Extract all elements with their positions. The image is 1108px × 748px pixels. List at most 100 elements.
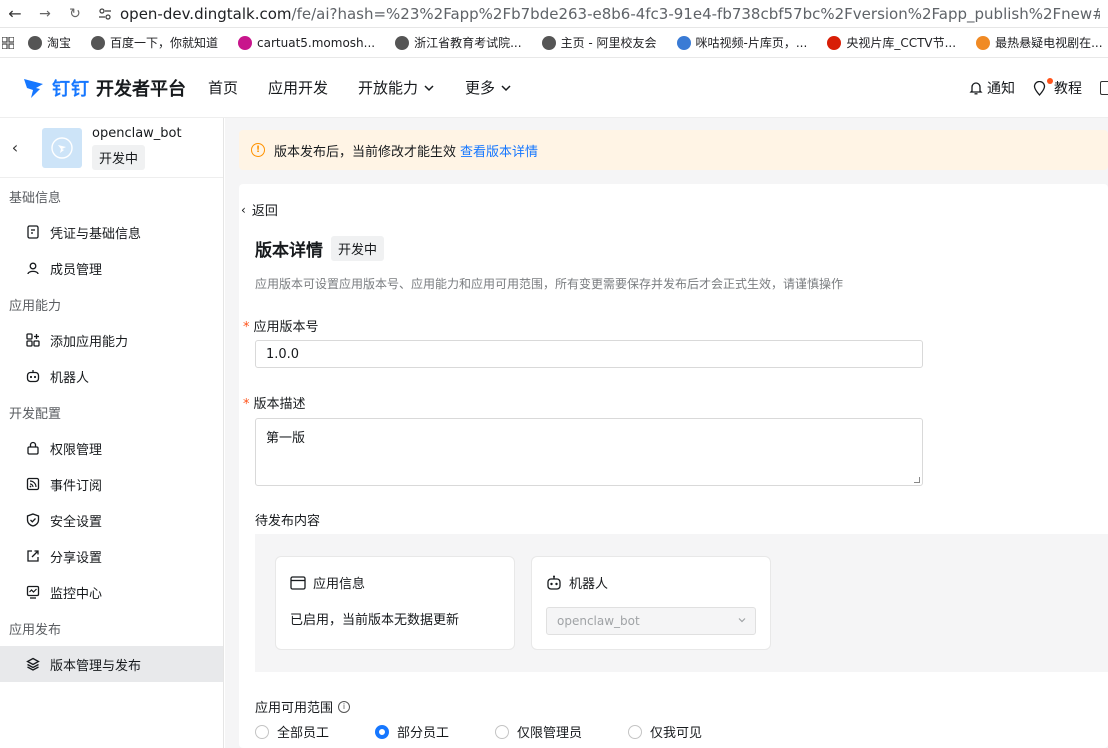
bookmark-favicon-icon xyxy=(238,35,253,50)
url-host: open-dev.dingtalk.com xyxy=(120,4,292,23)
sidebar-item[interactable]: 版本管理与发布 xyxy=(0,646,223,682)
notify-button[interactable]: 通知 xyxy=(969,78,1015,98)
chevron-down-icon xyxy=(501,84,511,91)
app-card: ‹ openclaw_bot 开发中 xyxy=(0,118,223,178)
sidebar-item[interactable]: 成员管理 xyxy=(0,250,223,286)
version-desc-textarea[interactable]: 第一版 xyxy=(255,418,923,486)
sidebar-item[interactable]: 权限管理 xyxy=(0,430,223,466)
notice-text: 版本发布后，当前修改才能生效 xyxy=(274,144,457,160)
version-number-input[interactable]: 1.0.0 xyxy=(255,340,923,368)
publish-notice: ! 版本发布后，当前修改才能生效 查看版本详情 xyxy=(239,130,1108,170)
bookmarks-bar: 淘宝 百度一下，你就知道 cartuat5.momosh... 浙江省教育考试院...… xyxy=(0,28,1108,58)
bookmark-item[interactable]: 主页 - 阿里校友会 xyxy=(541,34,657,51)
scope-radio-label: 部分员工 xyxy=(397,726,450,741)
sidebar-item-label: 凭证与基础信息 xyxy=(50,226,142,242)
bookmark-label: 央视片库_CCTV节... xyxy=(846,36,957,50)
sidebar-item[interactable]: 分享设置 xyxy=(0,538,223,574)
app-info-title-text: 应用信息 xyxy=(313,577,366,592)
back-chevron-icon: ‹ xyxy=(241,202,246,217)
app-name: openclaw_bot xyxy=(92,125,182,141)
scope-label: 应用可用范围 i xyxy=(255,697,351,716)
version-desc-label: * 版本描述 xyxy=(243,393,306,412)
browser-forward-button[interactable]: → xyxy=(30,0,60,28)
bookmark-item[interactable]: 百度一下，你就知道 xyxy=(91,34,218,51)
version-number-label: * 应用版本号 xyxy=(243,316,319,335)
sidebar-group-title: 应用能力 xyxy=(9,298,62,314)
site-settings-icon[interactable] xyxy=(94,3,116,25)
top-nav-item[interactable]: 开放能力 xyxy=(358,77,435,98)
scope-radio[interactable]: 部分员工 xyxy=(375,722,449,741)
dingtalk-logo[interactable]: 钉钉 开发者平台 xyxy=(22,75,192,101)
browser-url-bar: ← → ↻ open-dev.dingtalk.com/fe/ai?hash=%… xyxy=(0,0,1108,28)
bookmark-list: 淘宝 百度一下，你就知道 cartuat5.momosh... 浙江省教育考试院...… xyxy=(28,34,1108,51)
bookmark-item[interactable]: 最热悬疑电视剧在... xyxy=(976,34,1103,51)
scope-radio[interactable]: 仅限管理员 xyxy=(495,722,582,741)
bell-icon xyxy=(969,82,983,95)
app-meta: openclaw_bot 开发中 xyxy=(92,126,182,170)
version-desc-label-text: 版本描述 xyxy=(253,397,306,412)
sidebar-item[interactable]: 添加应用能力 xyxy=(0,322,223,358)
scope-radio[interactable]: 全部员工 xyxy=(255,722,329,741)
radio-unchecked-icon xyxy=(255,724,269,739)
url-path: /fe/ai?hash=%23%2Fapp%2Fb7bde263-e8b6-4f… xyxy=(291,4,1100,23)
sidebar-item[interactable]: 事件订阅 xyxy=(0,466,223,502)
bookmark-item[interactable]: cartuat5.momosh... xyxy=(238,35,375,50)
top-nav: 首页 应用开发 开放能力 更多 xyxy=(208,77,542,98)
title-row: 版本详情 开发中 xyxy=(255,236,385,261)
browser-back-button[interactable]: ← xyxy=(0,0,30,28)
pending-content-box: 应用信息 已启用，当前版本无数据更新 机器人 openclaw_bot xyxy=(255,534,1108,672)
sidebar-item-label: 添加应用能力 xyxy=(50,334,129,350)
tutorial-button[interactable]: 教程 xyxy=(1033,77,1082,98)
version-status-badge: 开发中 xyxy=(331,236,385,261)
sidebar-item-label: 分享设置 xyxy=(50,550,103,566)
bookmark-item[interactable]: 央视片库_CCTV节... xyxy=(827,34,956,51)
sidebar-item[interactable]: 监控中心 xyxy=(0,574,223,610)
sidebar-item[interactable]: 机器人 xyxy=(0,358,223,394)
sidebar-item[interactable]: 凭证与基础信息 xyxy=(0,214,223,250)
top-nav-item[interactable]: 更多 xyxy=(465,77,512,98)
version-desc-value: 第一版 xyxy=(266,431,306,446)
top-nav-item[interactable]: 应用开发 xyxy=(268,77,328,98)
top-nav-item[interactable]: 首页 xyxy=(208,77,238,98)
resize-grip-icon[interactable] xyxy=(914,477,920,483)
sidebar-item-label: 成员管理 xyxy=(50,262,103,278)
sidebar-back-chevron-icon[interactable]: ‹ xyxy=(0,138,30,157)
lock-icon xyxy=(27,441,39,455)
address-input[interactable]: open-dev.dingtalk.com/fe/ai?hash=%23%2Fa… xyxy=(120,5,1100,23)
bookmark-label: 百度一下，你就知道 xyxy=(110,36,219,50)
apps-grid-icon[interactable] xyxy=(2,36,14,49)
top-nav-label: 开放能力 xyxy=(358,79,419,97)
page-description: 应用版本可设置应用版本号、应用能力和应用可用范围，所有变更需要保存并发布后才会正… xyxy=(255,277,844,291)
more-panel-icon[interactable] xyxy=(1100,81,1108,95)
dingtalk-bird-icon xyxy=(24,78,43,98)
robot-card-title: 机器人 xyxy=(546,573,608,592)
robot-select[interactable]: openclaw_bot xyxy=(546,607,756,635)
bookmark-item[interactable]: 淘宝 xyxy=(28,34,71,51)
bookmark-label: 咪咕视频-片库页，... xyxy=(695,36,808,50)
bookmark-favicon-icon xyxy=(541,35,556,50)
app-avatar-icon xyxy=(51,136,73,159)
info-icon[interactable]: i xyxy=(338,700,351,713)
scope-radio[interactable]: 仅我可见 xyxy=(628,722,702,741)
top-nav-label: 首页 xyxy=(208,79,239,97)
radio-unchecked-icon xyxy=(628,724,643,739)
bookmark-favicon-icon xyxy=(395,35,410,50)
app-info-card-title: 应用信息 xyxy=(290,573,365,592)
browser-reload-button[interactable]: ↻ xyxy=(60,0,90,28)
view-version-link[interactable]: 查看版本详情 xyxy=(460,141,538,160)
main-content: ! 版本发布后，当前修改才能生效 查看版本详情 ‹ 返回 版本详情 开发中 应用… xyxy=(225,118,1108,748)
robot-icon xyxy=(547,575,561,590)
bookmark-item[interactable]: 咪咕视频-片库页，... xyxy=(676,34,808,51)
sidebar-item[interactable]: 安全设置 xyxy=(0,502,223,538)
share-icon xyxy=(27,550,39,562)
top-nav-label: 更多 xyxy=(465,79,496,97)
required-mark: * xyxy=(243,320,250,335)
pending-content-label: 待发布内容 xyxy=(255,514,321,529)
notify-label: 通知 xyxy=(987,81,1015,97)
back-link[interactable]: ‹ 返回 xyxy=(241,200,278,220)
bookmark-favicon-icon xyxy=(976,35,991,50)
tutorial-badge xyxy=(1047,77,1053,84)
sidebar-item-label: 权限管理 xyxy=(50,442,103,458)
bookmark-item[interactable]: 浙江省教育考试院... xyxy=(395,34,522,51)
header-actions: 通知 教程 xyxy=(969,58,1108,118)
